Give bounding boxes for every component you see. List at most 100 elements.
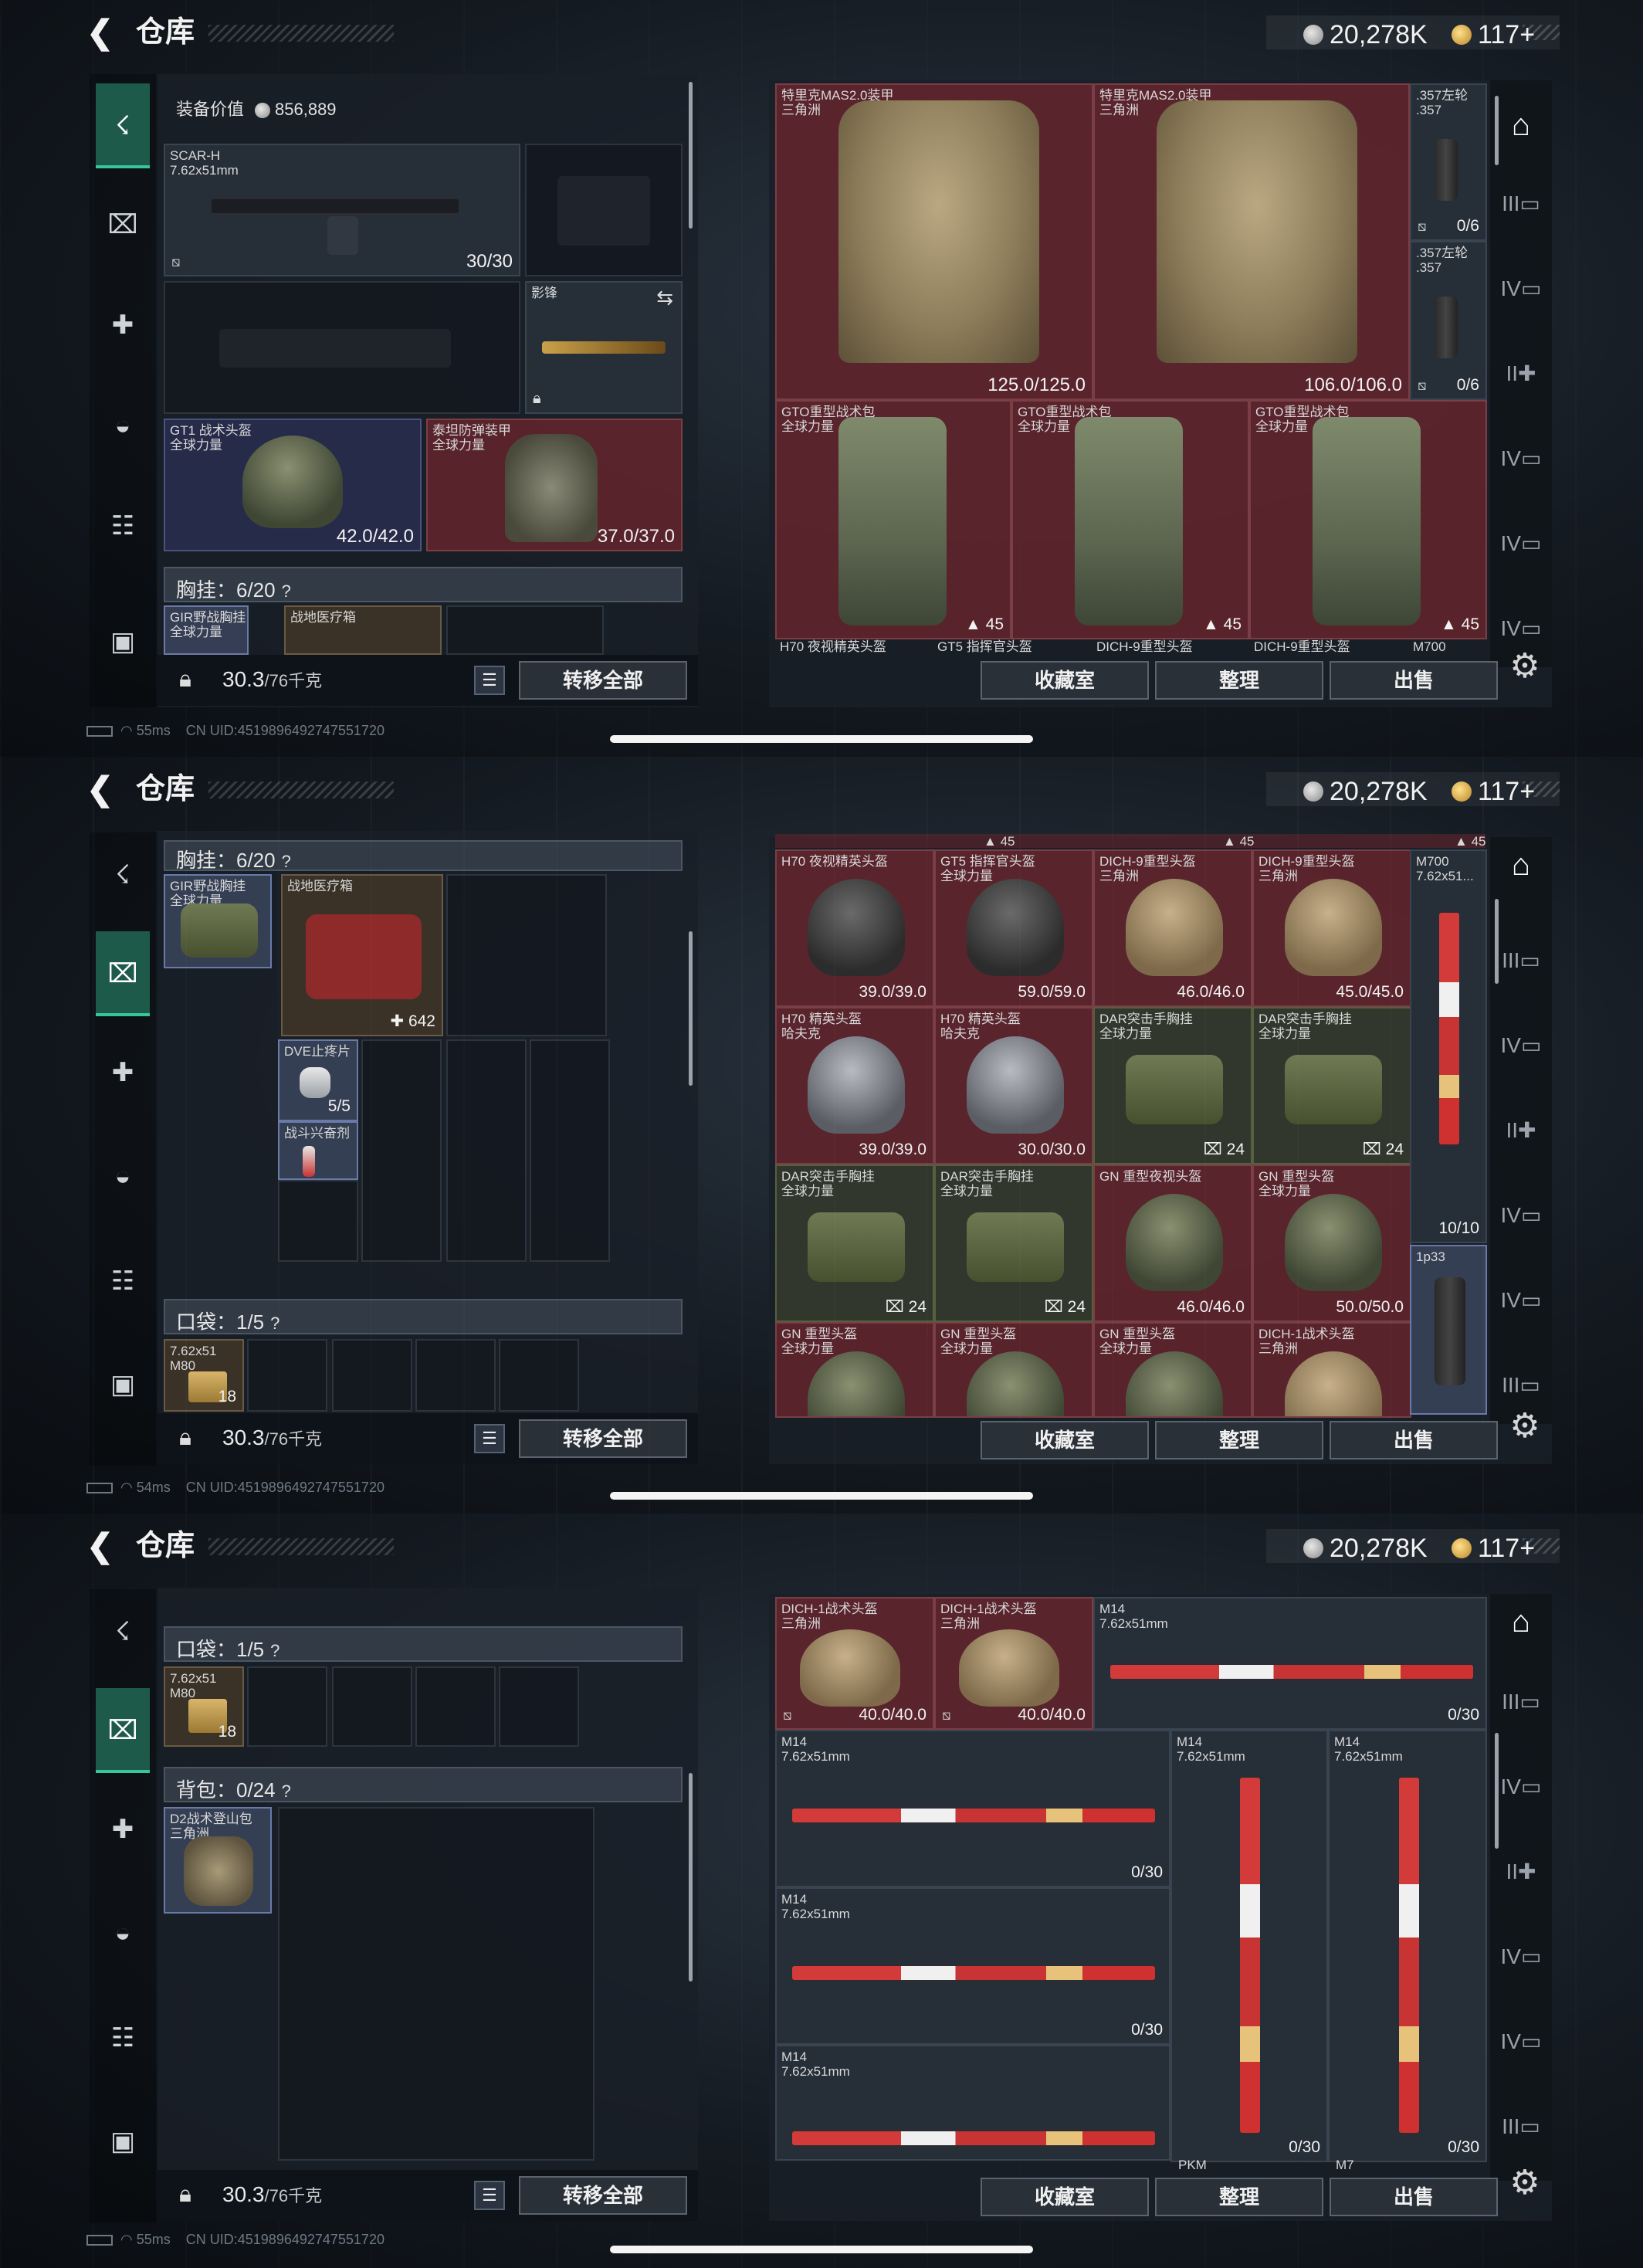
stash-item[interactable]: GTO重型战术包 全球力量 ▲ 45: [775, 400, 1011, 639]
stash-item[interactable]: 特里克MAS2.0装甲 三角洲 106.0/106.0: [1093, 83, 1410, 400]
stash-item[interactable]: GN 重型头盔 全球力量: [1093, 1322, 1252, 1418]
gear-icon[interactable]: ⚙: [1506, 647, 1544, 686]
stash-item[interactable]: H70 精英头盔 哈夫克 30.0/30.0: [934, 1007, 1093, 1165]
back-arrow-icon[interactable]: ❮: [86, 14, 120, 51]
stash-item[interactable]: H70 夜视精英头盔 39.0/39.0: [775, 849, 934, 1007]
vest-icon[interactable]: ⌧: [96, 1688, 150, 1773]
empty-slot[interactable]: [446, 605, 604, 655]
medkit-item[interactable]: 战地医疗箱: [284, 605, 442, 655]
primary-weapon-slot[interactable]: SCAR-H 7.62x51mm ⧅ 30/30: [164, 144, 520, 276]
stash-item[interactable]: DICH-1战术头盔 三角洲 ⧅ 40.0/40.0: [934, 1597, 1093, 1730]
empty-slot[interactable]: [415, 1666, 496, 1747]
medical-icon[interactable]: ✚: [96, 1030, 150, 1115]
sell-button[interactable]: 出售: [1330, 661, 1498, 700]
stash-tab-icon[interactable]: IV▭: [1498, 1277, 1544, 1324]
home-indicator[interactable]: [610, 735, 1033, 743]
back-arrow-icon[interactable]: ❮: [86, 771, 120, 808]
stash-tab-icon[interactable]: II✚: [1498, 351, 1544, 397]
lock-icon[interactable]: 🔒︎: [165, 659, 205, 700]
list-icon[interactable]: ☰: [474, 2181, 505, 2210]
stash-item[interactable]: GT5 指挥官头盔 全球力量 59.0/59.0: [934, 849, 1093, 1007]
collection-room-button[interactable]: 收藏室: [981, 661, 1149, 700]
vest-icon[interactable]: ⌧: [96, 182, 150, 267]
stash-item[interactable]: GTO重型战术包 全球力量 ▲ 45: [1011, 400, 1249, 639]
empty-slot[interactable]: [332, 1666, 412, 1747]
list-icon[interactable]: ☰: [474, 1424, 505, 1453]
armor-slot[interactable]: 泰坦防弹装甲 全球力量 37.0/37.0: [426, 419, 683, 551]
empty-slot[interactable]: [499, 1666, 579, 1747]
stash-item[interactable]: DAR突击手胸挂 全球力量 ⌧ 24: [934, 1165, 1093, 1322]
secondary-weapon-slot[interactable]: [525, 144, 683, 276]
stash-tab-icon[interactable]: III▭: [1498, 181, 1544, 227]
swap-icon[interactable]: ⇆: [656, 286, 673, 310]
stash-tab-icon[interactable]: IV▭: [1498, 1764, 1544, 1810]
help-icon[interactable]: ?: [282, 852, 291, 872]
rig-item[interactable]: GIR野战胸挂 全球力量: [164, 605, 249, 655]
list-icon[interactable]: ☰: [474, 666, 505, 695]
stash-item[interactable]: DAR突击手胸挂 全球力量 ⌧ 24: [775, 1165, 934, 1322]
ammo-item[interactable]: 7.62x51 M80 18: [164, 1666, 244, 1747]
stash-item[interactable]: M14 7.62x51mm 0/30: [775, 1887, 1170, 2045]
stash-tab-icon[interactable]: IV▭: [1498, 436, 1544, 482]
backpack-icon[interactable]: ◒: [96, 1890, 150, 1975]
stash-item[interactable]: DICH-1战术头盔 三角洲: [1252, 1322, 1411, 1418]
painkiller-item[interactable]: DVE止疼片 5/5: [278, 1039, 358, 1121]
stash-item[interactable]: M14 7.62x51mm 0/30: [1328, 1730, 1487, 2162]
stash-item[interactable]: M14 7.62x51mm 0/30: [1170, 1730, 1328, 2162]
stash-tab-icon[interactable]: IV▭: [1498, 520, 1544, 567]
backpack-item[interactable]: D2战术登山包 三角洲: [164, 1807, 272, 1914]
home-indicator[interactable]: [610, 2246, 1033, 2253]
case-icon[interactable]: ▣: [96, 599, 150, 684]
sort-button[interactable]: 整理: [1155, 661, 1323, 700]
stash-item[interactable]: DICH-9重型头盔 三角洲 46.0/46.0: [1093, 849, 1252, 1007]
clipboard-icon[interactable]: ☷: [96, 1239, 150, 1324]
back-arrow-icon[interactable]: ❮: [86, 1527, 120, 1565]
medkit-item[interactable]: 战地医疗箱 ✚ 642: [281, 874, 443, 1036]
stash-item[interactable]: M700 7.62x51... 10/10: [1410, 849, 1487, 1243]
empty-slot[interactable]: [247, 1666, 327, 1747]
sort-button[interactable]: 整理: [1155, 2178, 1323, 2216]
pistol-icon[interactable]: ☇: [96, 83, 150, 168]
empty-slot[interactable]: [446, 874, 607, 1036]
ammo-item[interactable]: 7.62x51 M80 18: [164, 1339, 244, 1412]
lock-icon[interactable]: ⌂: [1498, 842, 1544, 888]
stash-tab-icon[interactable]: IV▭: [1498, 1934, 1544, 1980]
stash-item[interactable]: DAR突击手胸挂 全球力量 ⌧ 24: [1093, 1007, 1252, 1165]
collection-room-button[interactable]: 收藏室: [981, 2178, 1149, 2216]
stash-tab-icon[interactable]: IV▭: [1498, 1022, 1544, 1069]
scrollbar[interactable]: [1495, 96, 1499, 165]
empty-slot[interactable]: [499, 1339, 579, 1412]
sell-button[interactable]: 出售: [1330, 1421, 1498, 1459]
transfer-all-button[interactable]: 转移全部: [519, 2176, 687, 2215]
transfer-all-button[interactable]: 转移全部: [519, 661, 687, 700]
backpack-icon[interactable]: ◒: [96, 1134, 150, 1219]
stash-tab-icon[interactable]: IV▭: [1498, 266, 1544, 312]
stash-item[interactable]: .357左轮 .357 ⧅ 0/6: [1410, 83, 1487, 241]
stash-tab-icon[interactable]: III▭: [1498, 2104, 1544, 2150]
empty-slot[interactable]: [415, 1339, 496, 1412]
stash-tab-icon[interactable]: IV▭: [1498, 605, 1544, 652]
scrollbar[interactable]: [689, 82, 693, 229]
rig-item[interactable]: GIR野战胸挂 全球力量: [164, 874, 272, 968]
medical-icon[interactable]: ✚: [96, 1787, 150, 1872]
stash-item[interactable]: GN 重型头盔 全球力量: [775, 1322, 934, 1418]
stimulant-item[interactable]: 战斗兴奋剂: [278, 1121, 358, 1180]
lock-icon[interactable]: 🔒︎: [165, 2175, 205, 2215]
help-icon[interactable]: ?: [270, 1641, 279, 1661]
stash-item[interactable]: M14 7.62x51mm: [775, 2045, 1170, 2161]
clipboard-icon[interactable]: ☷: [96, 483, 150, 568]
medical-icon[interactable]: ✚: [96, 283, 150, 368]
scrollbar[interactable]: [689, 1773, 693, 1982]
lock-icon[interactable]: 🔒︎: [165, 1418, 205, 1458]
stash-item[interactable]: M14 7.62x51mm 0/30: [1093, 1597, 1487, 1730]
empty-slot[interactable]: [278, 1180, 358, 1262]
sell-button[interactable]: 出售: [1330, 2178, 1498, 2216]
vest-icon[interactable]: ⌧: [96, 931, 150, 1016]
scrollbar[interactable]: [1495, 1733, 1499, 1849]
stash-tab-icon[interactable]: III▭: [1498, 1362, 1544, 1409]
empty-slot[interactable]: [530, 1039, 610, 1262]
stash-item[interactable]: DICH-9重型头盔 三角洲 45.0/45.0: [1252, 849, 1411, 1007]
stash-tab-icon[interactable]: III▭: [1498, 1679, 1544, 1725]
backpack-grid[interactable]: [278, 1807, 595, 2161]
gear-icon[interactable]: ⚙: [1506, 2164, 1544, 2202]
